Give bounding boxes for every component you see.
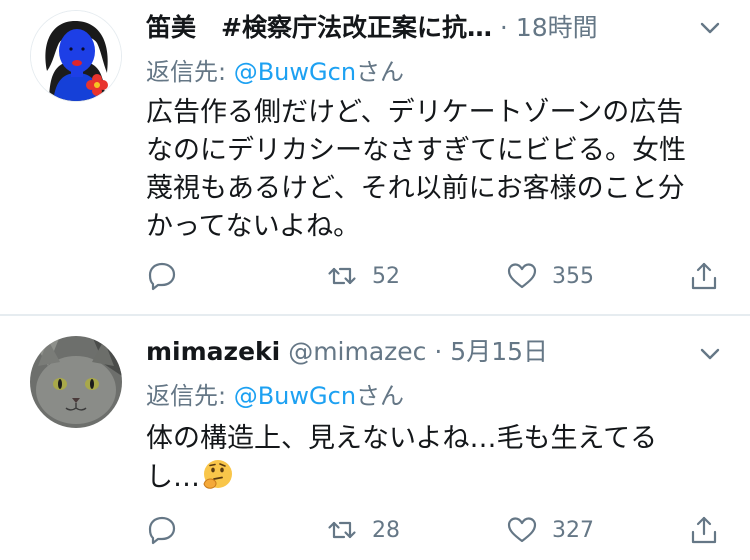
tweet-text-line: かってないよね。 xyxy=(146,211,361,242)
tweet-text-line: 広告作る側だけど、デリケートゾーンの広告 xyxy=(146,97,684,128)
thinking-face-emoji-icon xyxy=(203,460,232,489)
timestamp[interactable]: 18時間 xyxy=(516,13,598,42)
avatar[interactable] xyxy=(30,10,122,102)
tweet-text-line: なのにデリカシーなさすぎてにビビる。女性 xyxy=(146,135,686,166)
tweet-text-fragment: し… xyxy=(146,462,200,493)
retweet-icon xyxy=(328,267,356,285)
reply-prefix: 返信先: xyxy=(146,58,234,86)
avatar-cat-photo xyxy=(30,336,122,428)
tweet[interactable]: mimazeki @mimazec · 5月15日 返信先: @BuwGcnさん… xyxy=(0,318,750,560)
chevron-down-icon[interactable] xyxy=(696,340,724,368)
action-bar: 52 355 xyxy=(146,256,720,296)
reply-suffix: さん xyxy=(356,382,405,410)
reply-prefix: 返信先: xyxy=(146,382,234,410)
action-bar: 28 327 xyxy=(146,510,720,550)
reply-button[interactable] xyxy=(146,256,178,296)
like-count: 327 xyxy=(552,517,594,543)
tweet-text: 体の構造上、見えないよね…毛も生えてる し… xyxy=(146,420,716,497)
retweet-count: 28 xyxy=(372,517,400,543)
reply-suffix: さん xyxy=(356,58,405,86)
retweet-count: 52 xyxy=(372,263,400,289)
retweet-icon xyxy=(328,521,356,539)
share-button[interactable] xyxy=(688,510,720,550)
tweet-header: 笛美 #検察庁法改正案に抗… · 18時間 xyxy=(146,8,680,48)
reply-icon xyxy=(148,262,176,291)
tweet-text-line: 体の構造上、見えないよね…毛も生えてる xyxy=(146,423,658,454)
tweet-text-line: し… xyxy=(146,458,716,497)
avatar[interactable] xyxy=(30,336,122,428)
reply-icon xyxy=(148,516,176,545)
like-button[interactable]: 327 xyxy=(506,510,594,550)
display-name[interactable]: 笛美 #検察庁法改正案に抗… xyxy=(146,13,492,42)
tweet-text: 広告作る側だけど、デリケートゾーンの広告 なのにデリカシーなさすぎてにビビる。女… xyxy=(146,94,716,246)
tweet-divider xyxy=(0,314,750,316)
like-button[interactable]: 355 xyxy=(506,256,594,296)
display-name[interactable]: mimazeki xyxy=(146,337,280,366)
retweet-button[interactable]: 52 xyxy=(326,256,400,296)
reply-context: 返信先: @BuwGcnさん xyxy=(146,54,404,90)
reply-button[interactable] xyxy=(146,510,178,550)
separator-dot: · xyxy=(499,13,508,42)
share-icon xyxy=(691,516,717,544)
reply-mention-link[interactable]: @BuwGcn xyxy=(234,58,356,86)
share-icon xyxy=(691,262,717,290)
user-handle[interactable]: @mimazec xyxy=(288,337,426,366)
tweet-header: mimazeki @mimazec · 5月15日 xyxy=(146,332,680,372)
separator-dot: · xyxy=(434,337,443,366)
heart-icon xyxy=(507,517,537,543)
chevron-down-icon[interactable] xyxy=(696,14,724,42)
timestamp[interactable]: 5月15日 xyxy=(450,337,548,366)
tweet[interactable]: 笛美 #検察庁法改正案に抗… · 18時間 返信先: @BuwGcnさん 広告作… xyxy=(0,0,750,314)
retweet-button[interactable]: 28 xyxy=(326,510,400,550)
reply-context: 返信先: @BuwGcnさん xyxy=(146,378,404,414)
like-count: 355 xyxy=(552,263,594,289)
tweet-text-line: 蔑視もあるけど、それ以前にお客様のこと分 xyxy=(146,173,685,204)
reply-mention-link[interactable]: @BuwGcn xyxy=(234,382,356,410)
heart-icon xyxy=(507,263,537,289)
share-button[interactable] xyxy=(688,256,720,296)
avatar-illustration xyxy=(31,11,121,101)
